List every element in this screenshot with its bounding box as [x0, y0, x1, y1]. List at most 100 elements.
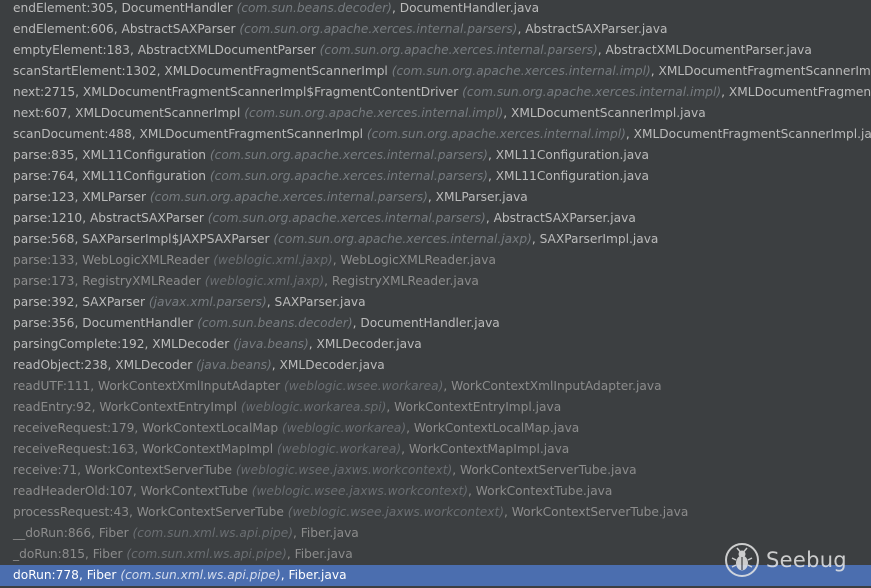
frame-method: scanDocument:488	[13, 127, 132, 141]
frame-package: (com.sun.org.apache.xerces.internal.pars…	[209, 148, 488, 162]
stack-frame-row[interactable]: receiveRequest:179, WorkContextLocalMap …	[0, 418, 871, 439]
frame-class: WorkContextServerTube	[136, 505, 284, 519]
stack-frame-row[interactable]: parse:123, XMLParser (com.sun.org.apache…	[0, 187, 871, 208]
frame-class: XMLDecoder	[152, 337, 230, 351]
stack-frame-row[interactable]: endElement:305, DocumentHandler (com.sun…	[0, 0, 871, 19]
stack-frame-row[interactable]: parse:835, XML11Configuration (com.sun.o…	[0, 145, 871, 166]
frame-class: DocumentHandler	[121, 1, 233, 15]
frame-file: SAXParserImpl.java	[539, 232, 659, 246]
frame-method: parse:392	[13, 295, 75, 309]
frame-class: SAXParserImpl$JAXPSAXParser	[82, 232, 270, 246]
stack-frames-list: endElement:305, DocumentHandler (com.sun…	[0, 0, 871, 588]
stack-frame-row[interactable]: receiveRequest:163, WorkContextMapImpl (…	[0, 439, 871, 460]
frame-method: parse:835	[13, 148, 75, 162]
frame-method: parse:173	[13, 274, 75, 288]
frame-package: (com.sun.org.apache.xerces.internal.pars…	[207, 211, 486, 225]
frame-method: next:607	[13, 106, 68, 120]
stack-frame-row[interactable]: readEntry:92, WorkContextEntryImpl (webl…	[0, 397, 871, 418]
frame-method: readHeaderOld:107	[13, 484, 133, 498]
stack-frame-row[interactable]: endElement:606, AbstractSAXParser (com.s…	[0, 19, 871, 40]
frame-package: (weblogic.wsee.jaxws.workcontext)	[287, 505, 505, 519]
frame-file: XMLDocumentScannerImpl.java	[511, 106, 706, 120]
frame-class: AbstractSAXParser	[89, 211, 204, 225]
frame-method: receiveRequest:179	[13, 421, 135, 435]
frame-class: XML11Configuration	[82, 169, 207, 183]
frame-class: WorkContextMapImpl	[142, 442, 274, 456]
frame-file: XML11Configuration.java	[495, 148, 649, 162]
frame-file: DocumentHandler.java	[360, 316, 500, 330]
frame-method: receiveRequest:163	[13, 442, 135, 456]
frame-file: WorkContextServerTube.java	[511, 505, 689, 519]
frame-method: parse:123	[13, 190, 75, 204]
frame-method: parse:1210	[13, 211, 83, 225]
frame-file: XMLDecoder.java	[316, 337, 422, 351]
frame-file: WorkContextMapImpl.java	[408, 442, 570, 456]
stack-frame-row[interactable]: scanDocument:488, XMLDocumentFragmentSca…	[0, 124, 871, 145]
frame-file: DocumentHandler.java	[399, 1, 540, 15]
frame-package: (weblogic.wsee.jaxws.workcontext)	[251, 484, 469, 498]
frame-file: XMLDocumentFragmentScannerImpl.java	[728, 85, 871, 99]
frame-class: XML11Configuration	[82, 148, 207, 162]
frame-file: WebLogicXMLReader.java	[340, 253, 496, 267]
frame-file: WorkContextLocalMap.java	[413, 421, 580, 435]
seebug-watermark: Seebug	[724, 538, 864, 582]
frame-package: (weblogic.workarea)	[281, 421, 407, 435]
stack-frame-row[interactable]: emptyElement:183, AbstractXMLDocumentPar…	[0, 40, 871, 61]
frame-class: AbstractSAXParser	[121, 22, 236, 36]
frame-file: AbstractXMLDocumentParser.java	[605, 43, 812, 57]
stack-frame-row[interactable]: readObject:238, XMLDecoder (java.beans),…	[0, 355, 871, 376]
stack-frame-row[interactable]: processRequest:43, WorkContextServerTube…	[0, 502, 871, 523]
frame-package: (java.beans)	[233, 337, 309, 351]
frame-class: WorkContextServerTube	[84, 463, 233, 477]
frame-method: parse:356	[13, 316, 75, 330]
frame-class: Fiber	[92, 547, 123, 561]
stack-frame-row[interactable]: parse:392, SAXParser (javax.xml.parsers)…	[0, 292, 871, 313]
frame-class: Fiber	[86, 568, 117, 582]
frame-method: doRun:778	[13, 568, 79, 582]
stack-frame-row[interactable]: parsingComplete:192, XMLDecoder (java.be…	[0, 334, 871, 355]
frame-method: readObject:238	[13, 358, 108, 372]
frame-package: (com.sun.org.apache.xerces.internal.impl…	[244, 106, 504, 120]
frame-class: XMLDocumentFragmentScannerImpl$FragmentC…	[82, 85, 459, 99]
frame-file: AbstractSAXParser.java	[525, 22, 668, 36]
stack-frame-row[interactable]: receive:71, WorkContextServerTube (weblo…	[0, 460, 871, 481]
frame-file: Fiber.java	[300, 526, 359, 540]
stack-frame-row[interactable]: parse:568, SAXParserImpl$JAXPSAXParser (…	[0, 229, 871, 250]
frame-file: Fiber.java	[288, 568, 347, 582]
stack-frame-row[interactable]: readUTF:111, WorkContextXmlInputAdapter …	[0, 376, 871, 397]
stack-frame-row[interactable]: next:2715, XMLDocumentFragmentScannerImp…	[0, 82, 871, 103]
stack-frame-row[interactable]: parse:173, RegistryXMLReader (weblogic.x…	[0, 271, 871, 292]
frame-file: XMLDecoder.java	[279, 358, 385, 372]
frame-file: SAXParser.java	[274, 295, 366, 309]
stack-frame-row[interactable]: readHeaderOld:107, WorkContextTube (webl…	[0, 481, 871, 502]
frame-class: Fiber	[98, 526, 129, 540]
stack-frame-row[interactable]: scanStartElement:1302, XMLDocumentFragme…	[0, 61, 871, 82]
frame-package: (com.sun.xml.ws.api.pipe)	[120, 568, 281, 582]
frame-file: RegistryXMLReader.java	[331, 274, 479, 288]
stack-frame-row[interactable]: next:607, XMLDocumentScannerImpl (com.su…	[0, 103, 871, 124]
stack-frame-row[interactable]: parse:1210, AbstractSAXParser (com.sun.o…	[0, 208, 871, 229]
frame-package: (com.sun.xml.ws.api.pipe)	[132, 526, 293, 540]
frame-package: (com.sun.beans.decoder)	[236, 1, 392, 15]
frame-package: (weblogic.workarea)	[276, 442, 402, 456]
frame-package: (com.sun.beans.decoder)	[197, 316, 353, 330]
stack-frame-row[interactable]: parse:356, DocumentHandler (com.sun.bean…	[0, 313, 871, 334]
frame-class: XMLDocumentFragmentScannerImpl	[139, 127, 363, 141]
frame-method: processRequest:43	[13, 505, 129, 519]
frame-file: AbstractSAXParser.java	[493, 211, 636, 225]
frame-package: (com.sun.xml.ws.api.pipe)	[126, 547, 287, 561]
frame-class: SAXParser	[82, 295, 145, 309]
frame-file: Fiber.java	[294, 547, 353, 561]
frame-method: _doRun:815	[13, 547, 86, 561]
stack-frame-row[interactable]: parse:133, WebLogicXMLReader (weblogic.x…	[0, 250, 871, 271]
frame-package: (javax.xml.parsers)	[148, 295, 267, 309]
stack-frame-row[interactable]: parse:764, XML11Configuration (com.sun.o…	[0, 166, 871, 187]
frame-package: (java.beans)	[196, 358, 272, 372]
frame-class: XMLDocumentScannerImpl	[75, 106, 241, 120]
frame-file: WorkContextXmlInputAdapter.java	[451, 379, 662, 393]
frame-class: RegistryXMLReader	[82, 274, 201, 288]
frame-package: (com.sun.org.apache.xerces.internal.impl…	[391, 64, 651, 78]
frame-package: (com.sun.org.apache.xerces.internal.impl…	[462, 85, 722, 99]
frame-class: XMLDocumentFragmentScannerImpl	[164, 64, 388, 78]
frame-file: WorkContextEntryImpl.java	[394, 400, 562, 414]
